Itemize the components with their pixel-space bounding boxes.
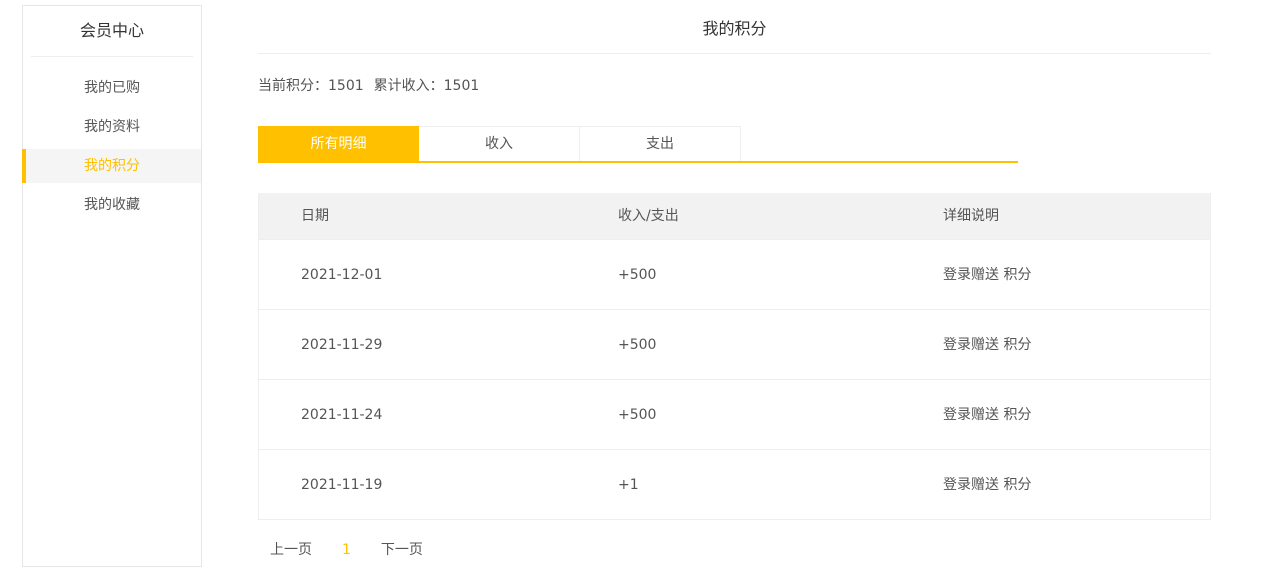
income-value: 1501 xyxy=(443,78,480,94)
row-desc: 登录赠送 积分 xyxy=(943,477,1032,493)
income-label: 累计收入： xyxy=(373,78,444,94)
pagination: 上一页 1 下一页 xyxy=(258,540,1211,560)
points-label: 当前积分： xyxy=(258,78,328,94)
table-row: 2021-11-19 +1 登录赠送 积分 xyxy=(259,449,1210,519)
sidebar-title: 会员中心 xyxy=(31,6,193,57)
row-date: 2021-12-01 xyxy=(301,267,383,283)
current-page-number[interactable]: 1 xyxy=(342,540,351,560)
table-header: 日期 收入/支出 详细说明 xyxy=(259,193,1210,239)
row-amount: +500 xyxy=(618,267,657,283)
row-desc: 登录赠送 积分 xyxy=(943,337,1032,353)
member-sidebar: 会员中心 我的已购 我的资料 我的积分 我的收藏 xyxy=(22,5,202,567)
row-date: 2021-11-24 xyxy=(301,407,383,423)
table-row: 2021-12-01 +500 登录赠送 积分 xyxy=(259,239,1210,309)
tab-all[interactable]: 所有明细 xyxy=(258,126,419,161)
tab-income[interactable]: 收入 xyxy=(419,126,580,161)
sidebar-item-purchased[interactable]: 我的已购 xyxy=(23,71,201,105)
row-amount: +500 xyxy=(618,337,657,353)
row-desc: 登录赠送 积分 xyxy=(943,267,1032,283)
prev-page-link[interactable]: 上一页 xyxy=(270,540,312,560)
sidebar-item-favorites[interactable]: 我的收藏 xyxy=(23,188,201,222)
table-row: 2021-11-24 +500 登录赠送 积分 xyxy=(259,379,1210,449)
points-value: 1501 xyxy=(328,78,364,94)
header-desc: 详细说明 xyxy=(943,208,999,224)
table-row: 2021-11-29 +500 登录赠送 积分 xyxy=(259,309,1210,379)
points-table: 日期 收入/支出 详细说明 2021-12-01 +500 登录赠送 积分 20… xyxy=(258,193,1211,520)
page-title: 我的积分 xyxy=(258,0,1211,54)
header-amount: 收入/支出 xyxy=(618,208,679,224)
next-page-link[interactable]: 下一页 xyxy=(381,540,423,560)
tab-expense[interactable]: 支出 xyxy=(580,126,741,161)
filter-tabs: 所有明细 收入 支出 xyxy=(258,126,1018,163)
points-summary: 当前积分：1501 累计收入：1501 xyxy=(258,76,1211,96)
row-desc: 登录赠送 积分 xyxy=(943,407,1032,423)
row-amount: +500 xyxy=(618,407,657,423)
main-content: 我的积分 当前积分：1501 累计收入：1501 所有明细 收入 支出 日期 收入… xyxy=(258,0,1211,560)
sidebar-item-profile[interactable]: 我的资料 xyxy=(23,110,201,144)
header-date: 日期 xyxy=(301,208,329,224)
row-amount: +1 xyxy=(618,477,639,493)
row-date: 2021-11-19 xyxy=(301,477,383,493)
sidebar-item-points[interactable]: 我的积分 xyxy=(22,149,201,183)
sidebar-menu: 我的已购 我的资料 我的积分 我的收藏 xyxy=(22,71,201,222)
row-date: 2021-11-29 xyxy=(301,337,383,353)
